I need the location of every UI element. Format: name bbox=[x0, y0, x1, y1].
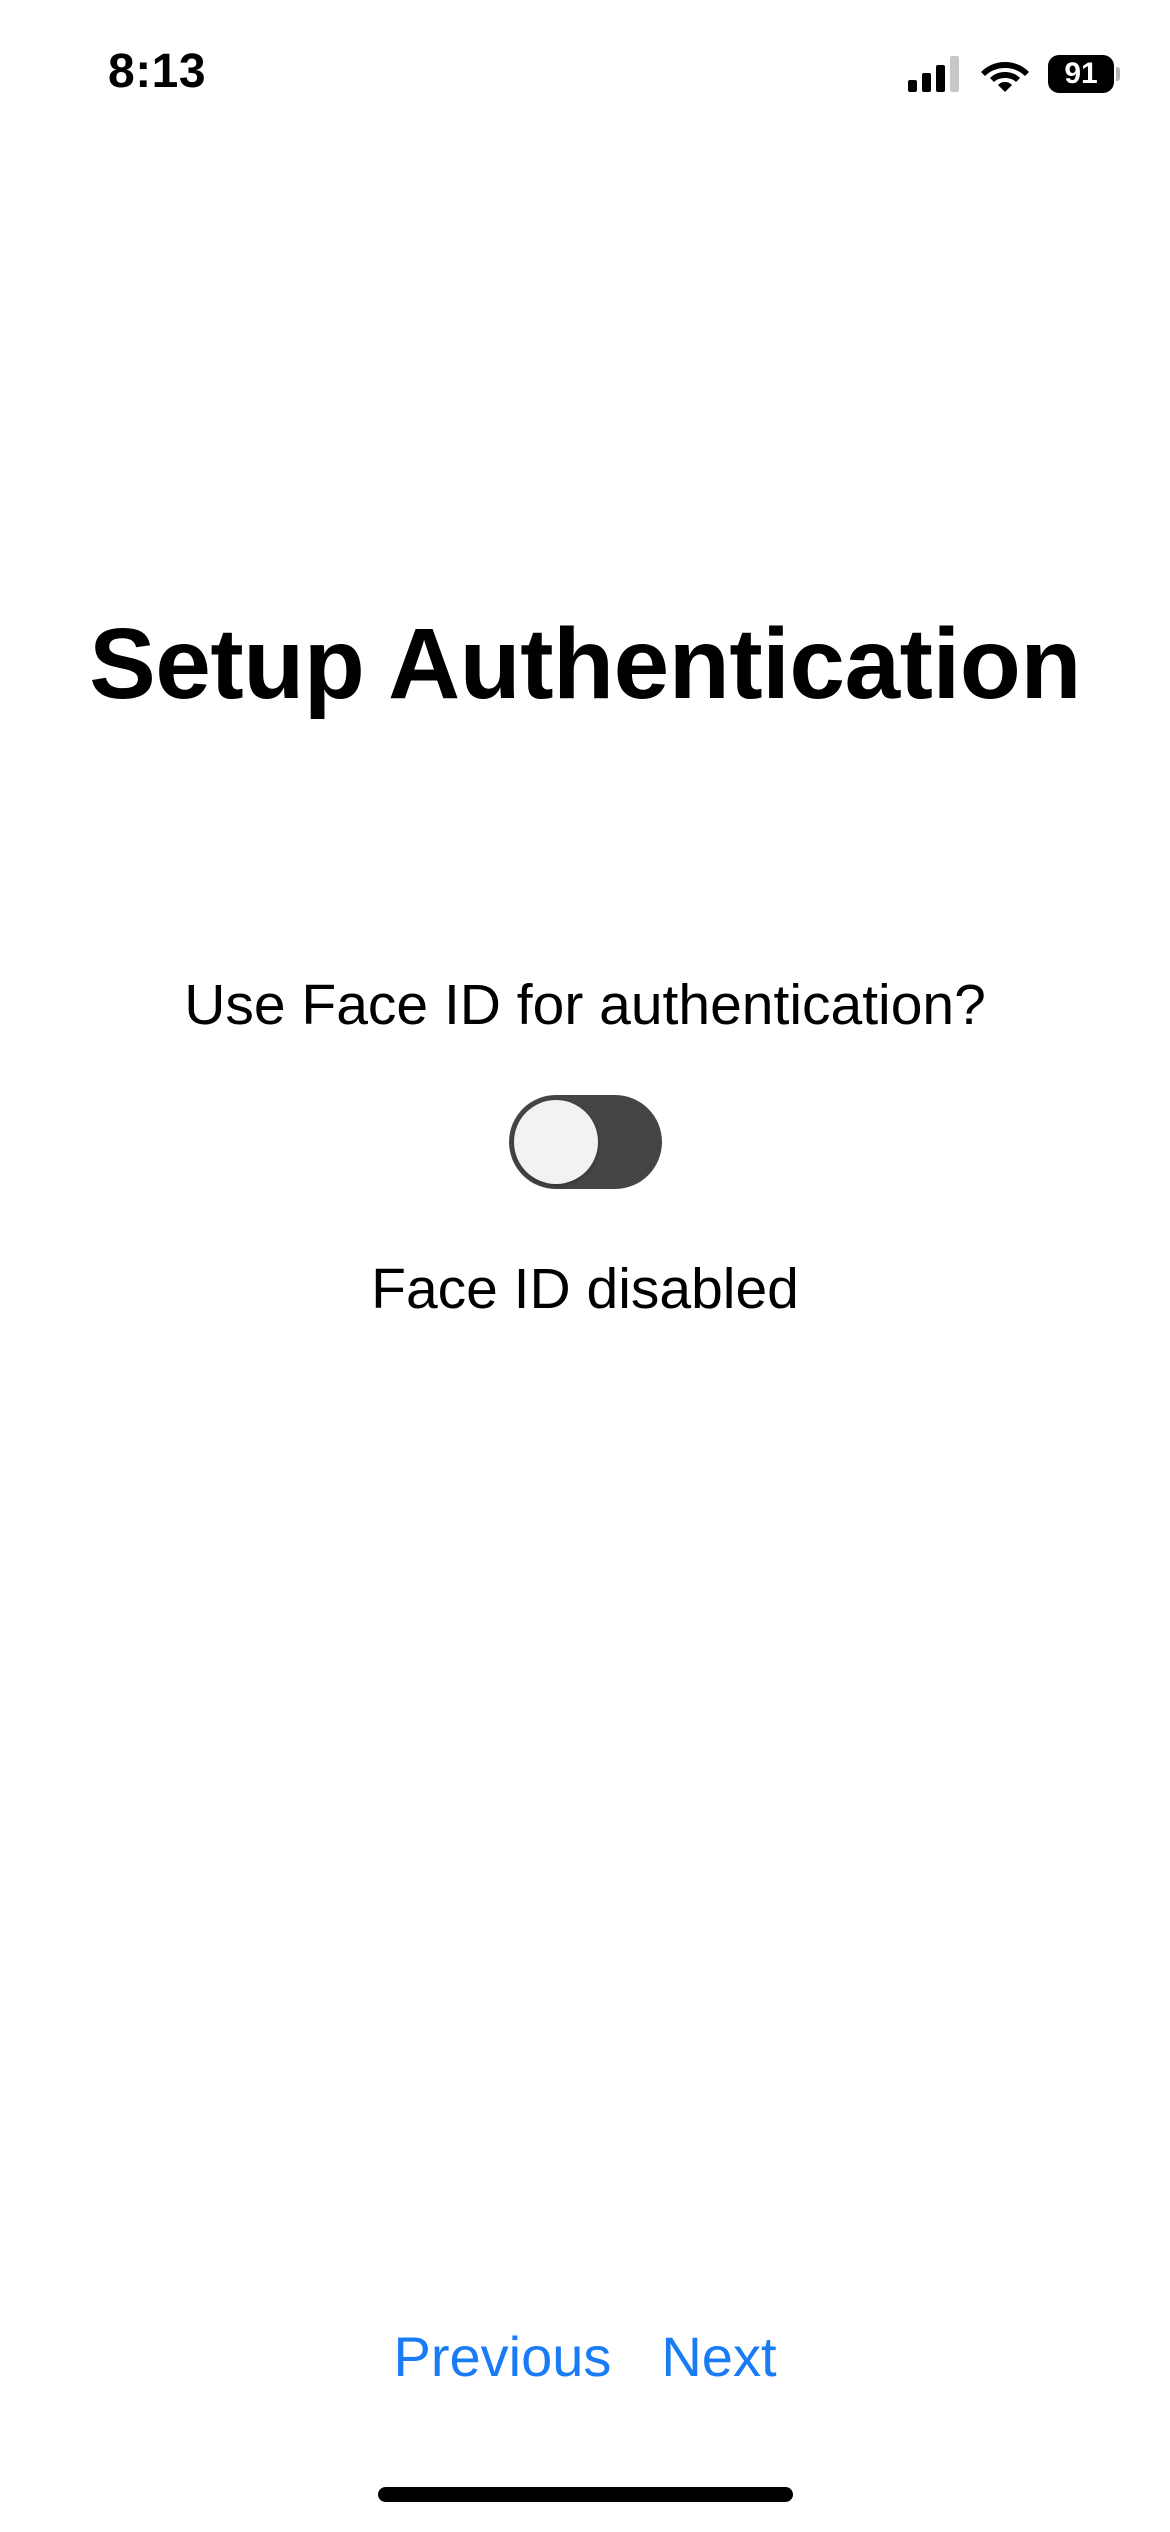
home-indicator[interactable] bbox=[378, 2487, 793, 2502]
previous-button[interactable]: Previous bbox=[393, 2320, 611, 2394]
face-id-question: Use Face ID for authentication? bbox=[184, 973, 986, 1037]
wifi-icon bbox=[981, 62, 1029, 92]
battery-level: 91 bbox=[1048, 55, 1114, 93]
face-id-status: Face ID disabled bbox=[371, 1257, 799, 1321]
status-bar: 8:13 91 bbox=[0, 0, 1170, 150]
navigation-buttons: Previous Next bbox=[0, 2320, 1170, 2394]
page-title: Setup Authentication bbox=[89, 608, 1081, 720]
status-icons: 91 bbox=[908, 52, 1120, 96]
toggle-knob bbox=[514, 1100, 598, 1184]
battery-cap bbox=[1116, 67, 1120, 81]
battery-icon: 91 bbox=[1048, 55, 1120, 93]
face-id-toggle[interactable] bbox=[509, 1095, 662, 1189]
next-button[interactable]: Next bbox=[661, 2320, 776, 2394]
status-time: 8:13 bbox=[108, 45, 207, 98]
cellular-signal-icon bbox=[908, 56, 959, 92]
